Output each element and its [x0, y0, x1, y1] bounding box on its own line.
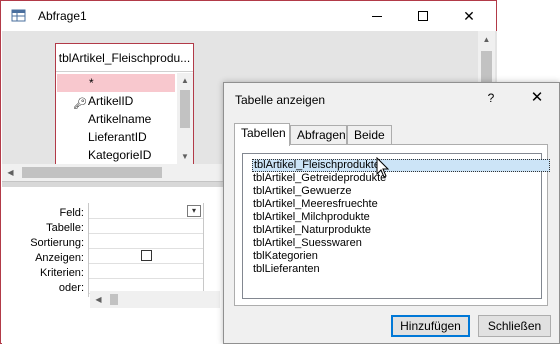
- list-item[interactable]: tblKategorien: [253, 250, 318, 263]
- app-query-icon: [11, 9, 26, 22]
- tab-abfragen[interactable]: Abfragen: [290, 125, 347, 145]
- field-item-lieferantid[interactable]: LieferantID: [56, 128, 176, 146]
- maximize-button[interactable]: [400, 1, 446, 31]
- dialog-close-button[interactable]: ✕: [514, 83, 560, 113]
- field-cell[interactable]: ▾: [89, 203, 203, 219]
- scroll-up-icon[interactable]: ▲: [177, 73, 193, 89]
- add-button[interactable]: Hinzufügen: [391, 315, 470, 337]
- tab-beide[interactable]: Beide: [347, 125, 392, 145]
- field-item-artikelname[interactable]: Artikelname: [56, 110, 176, 128]
- sort-cell[interactable]: [89, 233, 203, 249]
- row-label-anzeigen: Anzeigen:: [35, 252, 84, 264]
- list-item[interactable]: tblArtikel_Milchprodukte: [253, 211, 370, 224]
- show-cell: [89, 248, 203, 264]
- field-item-star[interactable]: *: [57, 74, 175, 92]
- list-item[interactable]: tblArtikel_Fleischprodukte: [252, 159, 550, 172]
- list-item[interactable]: tblArtikel_Getreideprodukte: [253, 172, 386, 185]
- field-item-label: ArtikelID: [88, 94, 134, 108]
- grid-column: ▾: [88, 203, 204, 297]
- table-field-list[interactable]: tblArtikel_Fleischprodu... * 🔑︎ ArtikelI…: [55, 43, 194, 165]
- maximize-icon: [418, 11, 428, 21]
- scroll-thumb[interactable]: [22, 167, 162, 178]
- grid-horizontal-scrollbar[interactable]: ◀: [90, 291, 220, 308]
- list-item[interactable]: tblArtikel_Naturprodukte: [253, 224, 371, 237]
- title-bar[interactable]: Abfrage1 ✕: [1, 1, 496, 31]
- close-dialog-button[interactable]: Schließen: [478, 315, 551, 337]
- row-label-oder: oder:: [58, 282, 84, 294]
- tab-tabellen[interactable]: Tabellen: [234, 123, 290, 146]
- field-item-kategorieid[interactable]: KategorieID: [56, 146, 176, 164]
- minimize-button[interactable]: [354, 1, 400, 31]
- list-item[interactable]: tblArtikel_Gewuerze: [253, 185, 351, 198]
- table-cell[interactable]: [89, 218, 203, 234]
- scroll-left-icon[interactable]: ◀: [2, 164, 19, 181]
- scroll-down-icon[interactable]: ▼: [177, 149, 193, 165]
- close-icon: ✕: [463, 8, 475, 24]
- table-field-list-title[interactable]: tblArtikel_Fleischprodu...: [56, 44, 193, 72]
- scroll-up-icon[interactable]: ▲: [478, 31, 495, 48]
- design-horizontal-scrollbar[interactable]: ◀: [2, 164, 222, 181]
- list-item[interactable]: tblLieferanten: [253, 263, 320, 276]
- minimize-icon: [372, 16, 382, 17]
- table-listbox[interactable]: tblArtikel_Fleischprodukte tblArtikel_Ge…: [242, 153, 550, 299]
- tab-panel: tblArtikel_Fleischprodukte tblArtikel_Ge…: [234, 144, 550, 306]
- dialog-title: Tabelle anzeigen: [235, 93, 326, 107]
- mouse-cursor-icon: [376, 157, 390, 178]
- close-button[interactable]: ✕: [446, 1, 492, 31]
- scroll-thumb[interactable]: [180, 90, 190, 128]
- window-title: Abfrage1: [38, 9, 87, 23]
- show-table-dialog: Tabelle anzeigen ? ✕ Tabellen Abfragen B…: [223, 82, 560, 344]
- list-item[interactable]: tblArtikel_Suesswaren: [253, 237, 362, 250]
- row-label-tabelle: Tabelle:: [46, 222, 84, 234]
- show-checkbox[interactable]: [141, 250, 152, 261]
- field-list-scrollbar[interactable]: ▲ ▼: [177, 73, 193, 165]
- field-item-artikelid[interactable]: 🔑︎ ArtikelID: [56, 92, 176, 110]
- row-label-feld: Feld:: [59, 207, 84, 219]
- row-label-sortierung: Sortierung:: [30, 237, 84, 249]
- row-label-kriterien: Kriterien:: [39, 267, 84, 279]
- criteria-cell[interactable]: [89, 263, 203, 279]
- scroll-left-icon[interactable]: ◀: [90, 291, 107, 308]
- list-item[interactable]: tblArtikel_Meeresfruechte: [253, 198, 378, 211]
- help-button[interactable]: ?: [476, 83, 506, 113]
- chevron-down-icon[interactable]: ▾: [187, 205, 201, 217]
- scroll-thumb[interactable]: [110, 294, 118, 305]
